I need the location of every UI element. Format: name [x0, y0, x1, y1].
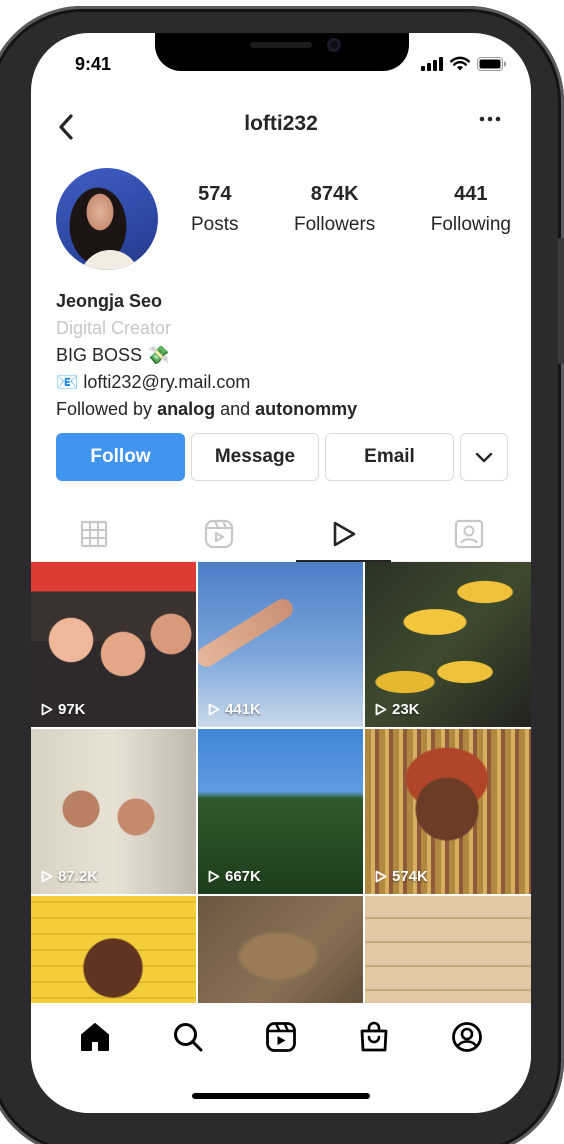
- view-count-value: 87.2K: [58, 868, 99, 885]
- followed-by-user-analog[interactable]: analog: [157, 399, 215, 419]
- view-count: 87.2K: [41, 868, 98, 885]
- followers-count[interactable]: 874K Followers: [294, 183, 375, 236]
- followed-by-line: Followed by analog and autonommy: [56, 396, 357, 423]
- front-camera: [327, 38, 341, 52]
- followed-by-prefix: Followed by: [56, 399, 153, 419]
- nav-search[interactable]: [162, 1003, 214, 1071]
- play-icon: [333, 521, 355, 546]
- category-label: Digital Creator: [56, 318, 172, 338]
- following-count[interactable]: 441 Following: [431, 183, 511, 236]
- follow-button[interactable]: Follow: [56, 433, 185, 481]
- followed-by-user-autonommy[interactable]: autonommy: [255, 399, 357, 419]
- video-tile[interactable]: 97K: [31, 562, 196, 727]
- video-tile[interactable]: 441K: [198, 562, 363, 727]
- video-grid: 97K 441K 23K 87.2K 667K 574K: [31, 562, 531, 1061]
- grid-icon: [80, 520, 107, 547]
- profile-avatar[interactable]: [56, 168, 158, 270]
- battery-icon: [477, 56, 506, 71]
- tab-videos[interactable]: [281, 506, 406, 562]
- profile-actions: Follow Message Email: [56, 433, 508, 481]
- nav-home[interactable]: [69, 1003, 121, 1071]
- view-count: 23K: [375, 701, 420, 718]
- tab-reels[interactable]: [156, 506, 281, 561]
- play-icon: [208, 870, 220, 883]
- message-button[interactable]: Message: [191, 433, 319, 481]
- profile-tabs: [31, 506, 531, 562]
- play-icon: [375, 703, 387, 716]
- profile-username: lofti232: [244, 112, 318, 135]
- tab-tagged[interactable]: [406, 506, 531, 561]
- nav-profile[interactable]: [441, 1003, 493, 1071]
- chevron-down-icon: [475, 452, 493, 462]
- view-count: 97K: [41, 701, 86, 718]
- nav-reels[interactable]: [255, 1003, 307, 1071]
- notch: [155, 33, 409, 71]
- view-count: 667K: [208, 868, 261, 885]
- profile-icon: [451, 1022, 482, 1052]
- profile-stats: 574 Posts 874K Followers 441 Following: [191, 183, 511, 236]
- video-tile[interactable]: 574K: [365, 729, 531, 894]
- followers-value: 874K: [310, 183, 359, 205]
- app-screen: 9:41 lofti232 574 Posts 874K Followers 4…: [31, 33, 531, 1113]
- speaker: [250, 42, 312, 48]
- view-count-value: 441K: [225, 701, 261, 718]
- suggested-accounts-button[interactable]: [460, 433, 508, 481]
- cellular-signal-icon: [421, 56, 443, 71]
- nav-shop[interactable]: [348, 1003, 400, 1071]
- play-icon: [41, 703, 53, 716]
- wifi-icon: [450, 56, 470, 71]
- video-tile[interactable]: 23K: [365, 562, 531, 727]
- following-label: Following: [430, 214, 511, 235]
- video-tile[interactable]: 87.2K: [31, 729, 196, 894]
- following-value: 441: [454, 183, 488, 205]
- status-icons: [421, 56, 507, 71]
- posts-value: 574: [198, 183, 232, 205]
- reels-icon: [204, 519, 233, 548]
- home-indicator: [192, 1093, 370, 1099]
- more-options-icon[interactable]: [479, 115, 501, 123]
- search-icon: [174, 1023, 203, 1052]
- email-button[interactable]: Email: [325, 433, 454, 481]
- followed-by-joiner: and: [220, 399, 251, 419]
- view-count-value: 23K: [392, 701, 420, 718]
- video-tile[interactable]: 667K: [198, 729, 363, 894]
- bio-text: BIG BOSS 💸: [56, 345, 170, 365]
- tagged-icon: [454, 519, 483, 548]
- email-link[interactable]: 📧 lofti232@ry.mail.com: [56, 369, 357, 396]
- reels-icon: [266, 1022, 296, 1052]
- posts-label: Posts: [191, 214, 239, 235]
- view-count-value: 97K: [58, 701, 86, 718]
- play-icon: [41, 870, 53, 883]
- profile-bio: Jeongja Seo Digital Creator BIG BOSS 💸 📧…: [56, 288, 357, 423]
- play-icon: [375, 870, 387, 883]
- shop-icon: [360, 1021, 388, 1052]
- view-count: 574K: [375, 868, 428, 885]
- followers-label: Followers: [293, 214, 376, 235]
- view-count-value: 667K: [225, 868, 261, 885]
- home-icon: [81, 1023, 110, 1051]
- view-count-value: 574K: [392, 868, 428, 885]
- power-button: [558, 238, 564, 364]
- play-icon: [208, 703, 220, 716]
- tab-grid[interactable]: [31, 506, 156, 561]
- display-name: Jeongja Seo: [56, 291, 163, 311]
- view-count: 441K: [208, 701, 261, 718]
- posts-count[interactable]: 574 Posts: [191, 183, 239, 236]
- status-time: 9:41: [75, 54, 112, 74]
